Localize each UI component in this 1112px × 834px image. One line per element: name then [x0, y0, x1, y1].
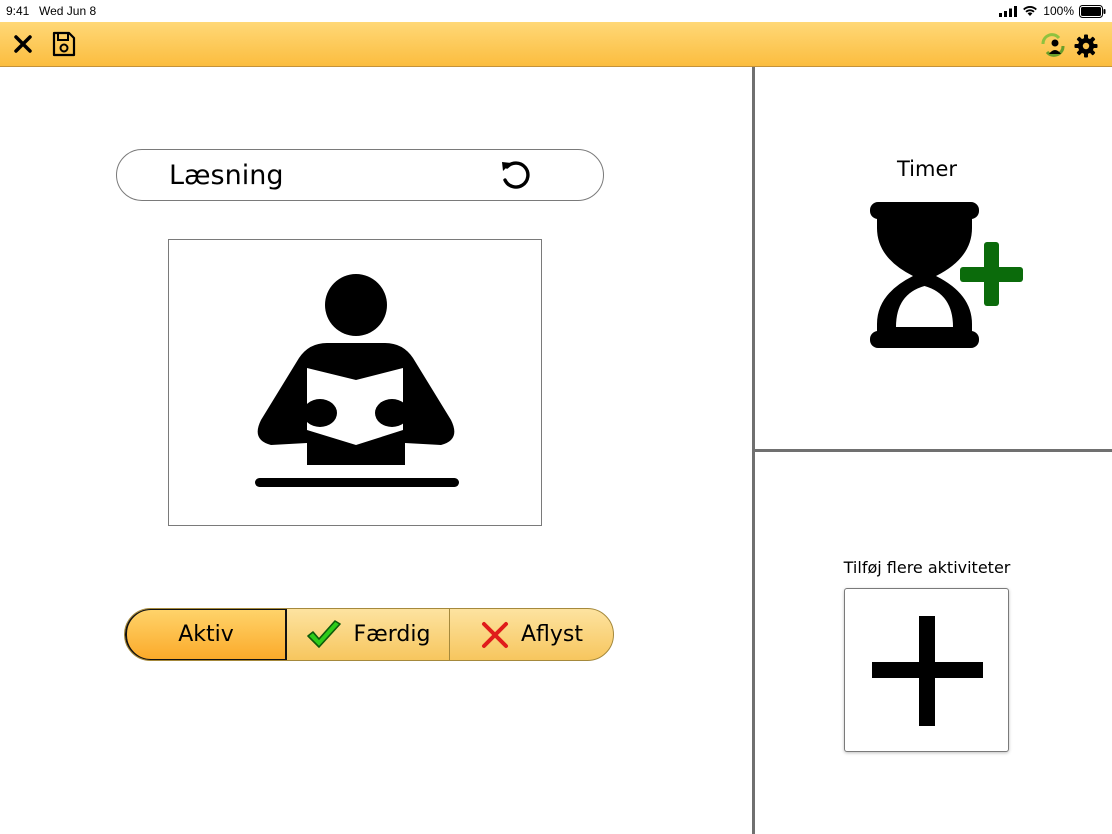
- add-timer-button[interactable]: [866, 198, 1026, 353]
- save-button[interactable]: [50, 30, 78, 58]
- reading-person-icon: [255, 274, 459, 487]
- activity-picture[interactable]: [168, 239, 542, 526]
- status-option-faerdig[interactable]: Færdig: [287, 609, 450, 660]
- user-sync-button[interactable]: [1039, 32, 1067, 58]
- close-button[interactable]: [10, 31, 36, 57]
- plus-icon: [872, 616, 983, 726]
- status-time: 9:41: [6, 4, 30, 18]
- signal-icon: [999, 5, 1018, 17]
- wifi-icon: [1023, 6, 1038, 16]
- close-icon: [14, 35, 32, 53]
- user-sync-icon: [1041, 33, 1065, 57]
- status-option-aflyst[interactable]: Aflyst: [450, 609, 613, 660]
- status-option-label: Aflyst: [520, 622, 583, 647]
- activity-title-field[interactable]: Læsning: [116, 149, 604, 201]
- pane-divider-horizontal: [755, 449, 1112, 452]
- status-option-label: Færdig: [353, 622, 431, 647]
- status-indicators: 100%: [994, 3, 1106, 19]
- status-option-aktiv[interactable]: Aktiv: [125, 609, 287, 660]
- hourglass-add-icon: [870, 202, 1023, 348]
- battery-percent: 100%: [1043, 4, 1074, 18]
- battery-icon: [1079, 4, 1106, 18]
- status-date: Wed Jun 8: [39, 4, 97, 18]
- reset-title-button[interactable]: [498, 158, 534, 194]
- settings-button[interactable]: [1073, 33, 1099, 59]
- status-option-label: Aktiv: [178, 622, 234, 647]
- toolbar: [0, 22, 1112, 67]
- activity-title: Læsning: [169, 160, 284, 191]
- save-icon: [52, 31, 76, 57]
- cross-icon: [481, 621, 509, 649]
- undo-icon: [502, 161, 530, 189]
- status-selector: Aktiv Færdig Aflyst: [124, 608, 614, 661]
- timer-label: Timer: [896, 157, 958, 181]
- add-activities-button[interactable]: [844, 588, 1009, 752]
- status-bar: 9:41 Wed Jun 8 100%: [0, 0, 1112, 22]
- add-activities-label: Tilføj flere aktiviteter: [843, 558, 1011, 577]
- checkmark-icon: [306, 619, 342, 650]
- gear-icon: [1074, 34, 1098, 58]
